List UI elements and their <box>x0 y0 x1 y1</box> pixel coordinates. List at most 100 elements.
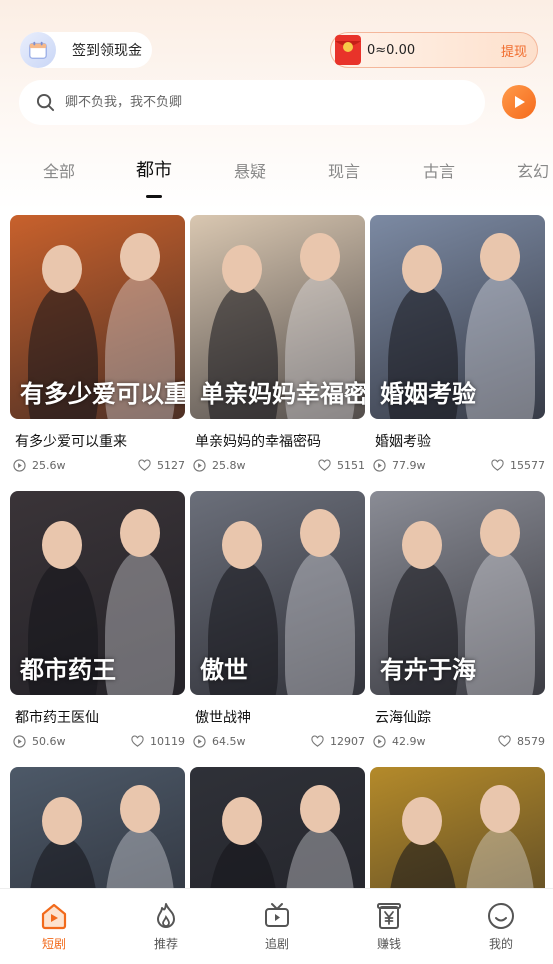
poster-figure <box>300 509 340 557</box>
nav-label: 推荐 <box>153 937 178 951</box>
poster-figure <box>222 245 262 293</box>
drama-stats: 25.6w 5127 <box>10 459 185 475</box>
poster-figure <box>120 509 160 557</box>
balance-pill[interactable]: 0≈0.00 提现 <box>330 32 538 68</box>
nav-label: 短剧 <box>41 937 66 951</box>
tab-modern-romance[interactable]: 现言 <box>328 158 360 182</box>
tab-fantasy[interactable]: 玄幻 <box>517 158 549 182</box>
drama-stats: 77.9w 15577 <box>370 459 545 475</box>
bottom-navigation: 短剧 推荐 追剧 赚钱 我的 <box>0 888 553 964</box>
play-count-value: 77.9w <box>392 459 426 472</box>
drama-poster[interactable]: 单亲妈妈幸福密码 <box>190 215 365 419</box>
like-count-value: 5151 <box>337 459 365 472</box>
play-count-icon <box>193 459 206 472</box>
drama-poster[interactable]: 傲世 <box>190 491 365 695</box>
nav-profile[interactable]: 我的 <box>471 901 531 952</box>
play-count-value: 25.6w <box>32 459 66 472</box>
search-icon <box>36 93 55 112</box>
drama-card[interactable]: 婚姻考验 婚姻考验 77.9w 15577 <box>370 215 545 475</box>
like-count[interactable]: 10119 <box>131 735 185 748</box>
drama-stats: 42.9w 8579 <box>370 735 545 751</box>
poster-figure <box>402 245 442 293</box>
drama-stats: 64.5w 12907 <box>190 735 365 751</box>
like-count[interactable]: 12907 <box>311 735 365 748</box>
drama-card[interactable]: 有多少爱可以重来有多少爱可以重来25.6w5127 <box>10 215 185 475</box>
drama-title[interactable]: 有多少爱可以重来 <box>15 431 185 451</box>
like-count[interactable]: 5151 <box>318 459 365 472</box>
yen-icon <box>377 903 401 929</box>
like-count-value: 10119 <box>150 735 185 748</box>
balance-amount: 0≈0.00 <box>367 42 416 58</box>
tab-urban[interactable]: 都市 <box>136 156 172 182</box>
play-count-icon <box>193 735 206 748</box>
poster-title: 都市药王 <box>20 655 116 684</box>
drama-stats: 50.6w 10119 <box>10 735 185 751</box>
nav-label: 我的 <box>488 937 513 951</box>
poster-figure <box>480 509 520 557</box>
poster-figure <box>402 521 442 569</box>
drama-poster[interactable]: 有多少爱可以重来 <box>10 215 185 419</box>
poster-title: 傲世 <box>200 655 248 684</box>
drama-poster[interactable]: 都市药王 <box>10 491 185 695</box>
nav-following[interactable]: 追剧 <box>247 901 307 952</box>
search-input[interactable] <box>65 95 445 110</box>
play-count: 25.6w <box>13 459 66 472</box>
like-count[interactable]: 15577 <box>491 459 545 472</box>
heart-icon <box>318 459 331 471</box>
checkin-button[interactable]: 签到领现金 <box>20 32 152 68</box>
play-count-value: 25.8w <box>212 459 246 472</box>
like-count-value: 8579 <box>517 735 545 748</box>
like-count-value: 12907 <box>330 735 365 748</box>
heart-icon <box>138 459 151 471</box>
drama-stats: 25.8w 5151 <box>190 459 365 475</box>
poster-title: 婚姻考验 <box>380 379 476 408</box>
play-count-icon <box>13 459 26 472</box>
search-bar[interactable] <box>19 80 485 125</box>
nav-short-drama[interactable]: 短剧 <box>24 901 84 952</box>
drama-card[interactable]: 有卉于海云海仙踪 42.9w 8579 <box>370 491 545 751</box>
poster-figure <box>480 233 520 281</box>
nav-recommend[interactable]: 推荐 <box>136 901 196 952</box>
withdraw-button[interactable]: 提现 <box>501 41 527 60</box>
tab-all[interactable]: 全部 <box>43 158 75 182</box>
poster-figure <box>42 245 82 293</box>
play-count-icon <box>13 735 26 748</box>
play-button[interactable] <box>502 85 536 119</box>
drama-title[interactable]: 单亲妈妈的幸福密码 <box>195 431 365 451</box>
nav-label: 赚钱 <box>376 937 401 951</box>
play-count-value: 64.5w <box>212 735 246 748</box>
drama-card[interactable]: 都市药王都市药王医仙 50.6w 10119 <box>10 491 185 751</box>
drama-title[interactable]: 都市药王医仙 <box>15 707 185 727</box>
drama-poster[interactable]: 婚姻考验 <box>370 215 545 419</box>
tab-suspense[interactable]: 悬疑 <box>234 158 266 182</box>
like-count-value: 5127 <box>157 459 185 472</box>
profile-icon <box>488 903 514 929</box>
active-tab-indicator <box>146 195 162 198</box>
calendar-icon <box>20 32 56 68</box>
poster-figure <box>222 521 262 569</box>
flame-icon <box>157 903 175 928</box>
drama-poster[interactable]: 有卉于海 <box>370 491 545 695</box>
drama-title[interactable]: 傲世战神 <box>195 707 365 727</box>
drama-title[interactable]: 婚姻考验 <box>375 431 545 451</box>
play-count: 50.6w <box>13 735 66 748</box>
drama-title[interactable]: 云海仙踪 <box>375 707 545 727</box>
drama-card[interactable]: 单亲妈妈幸福密码单亲妈妈的幸福密码 25.8w 5151 <box>190 215 365 475</box>
heart-icon <box>491 459 504 471</box>
drama-card[interactable]: 傲世傲世战神 64.5w 12907 <box>190 491 365 751</box>
play-count-value: 50.6w <box>32 735 66 748</box>
heart-icon <box>311 735 324 747</box>
play-count: 42.9w <box>373 735 426 748</box>
like-count[interactable]: 8579 <box>498 735 545 748</box>
poster-title: 有卉于海 <box>380 655 476 684</box>
home-icon <box>41 903 67 930</box>
nav-earn[interactable]: 赚钱 <box>359 901 419 952</box>
poster-figure <box>300 233 340 281</box>
play-count-value: 42.9w <box>392 735 426 748</box>
poster-figure <box>285 551 355 695</box>
like-count[interactable]: 5127 <box>138 459 185 472</box>
heart-icon <box>498 735 511 747</box>
red-envelope-icon <box>335 35 361 65</box>
tab-ancient-romance[interactable]: 古言 <box>423 158 455 182</box>
play-count: 25.8w <box>193 459 246 472</box>
